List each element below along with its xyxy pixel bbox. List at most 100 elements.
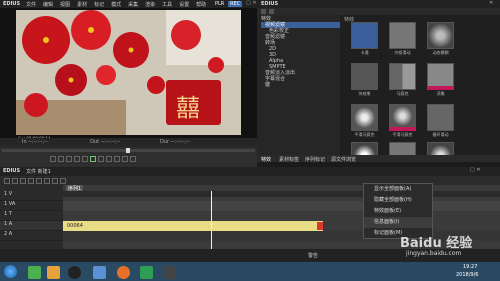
overwrite-icon[interactable]: [130, 156, 136, 162]
rec-badge[interactable]: REC: [228, 1, 243, 7]
menu-clip[interactable]: 素材: [77, 1, 87, 8]
effect-item[interactable]: 块效果: [348, 63, 381, 101]
timecode-dur: Dur --:--:--;--: [160, 139, 191, 145]
cut-icon[interactable]: [44, 178, 50, 184]
open-icon[interactable]: [12, 178, 18, 184]
tree-item[interactable]: 键: [261, 82, 340, 88]
effects-titlebar: EDIUS ✕: [257, 0, 500, 8]
track-header[interactable]: 1 T: [0, 211, 63, 221]
effect-item[interactable]: 卡通: [348, 22, 381, 60]
ctx-hide-all-panels[interactable]: 隐藏全部面板(H): [364, 195, 432, 206]
app-icon[interactable]: [28, 266, 41, 279]
taskbar: 19:27 2018/9/6: [0, 262, 500, 281]
undo-icon[interactable]: [28, 178, 34, 184]
folder-icon[interactable]: [47, 266, 60, 279]
effects-toolbar: [257, 8, 500, 15]
effects-tree: 特效 视频滤镜 色彩校正 音频滤镜 转场 2D 3D Alpha SMPTE 音…: [257, 15, 340, 155]
effects-tabs: 特效 素材标签 序列标记 源文件浏览: [257, 155, 500, 163]
new-sequence-icon[interactable]: [4, 178, 10, 184]
preview-image: [16, 10, 241, 135]
clock-time: 19:27: [463, 264, 478, 270]
scrub-bar[interactable]: [2, 148, 255, 153]
qq-icon[interactable]: [68, 266, 81, 279]
start-button-icon[interactable]: [4, 265, 17, 278]
window-controls[interactable]: ▢ ✕: [246, 0, 257, 6]
edius-taskbar-icon[interactable]: [163, 266, 176, 279]
app-icon[interactable]: [140, 266, 153, 279]
browser-icon[interactable]: [117, 266, 130, 279]
menu-file[interactable]: 文件: [26, 1, 36, 8]
track-header[interactable]: 1 V: [0, 191, 63, 201]
menu-marker[interactable]: 标记: [94, 1, 104, 8]
menu-capture[interactable]: 采集: [128, 1, 138, 8]
timeline-titlebar: EDIUS 文件 新建1 ▢ ✕: [0, 167, 500, 176]
effects-tool-icon[interactable]: [269, 9, 274, 14]
step-forward-icon[interactable]: [98, 156, 104, 162]
delete-icon[interactable]: [60, 178, 66, 184]
player-menu: 文件 编辑 视图 素材 标记 模式 采集 渲染 工具 设置 帮助: [26, 1, 213, 8]
player-app-name: EDIUS: [3, 1, 21, 7]
player-timecode-bar: In --:--:--;-- Out --:--:--;-- Dur --:--…: [0, 138, 257, 147]
loop-icon[interactable]: [114, 156, 120, 162]
menu-help[interactable]: 帮助: [196, 1, 206, 8]
transport-bar: [0, 147, 257, 167]
save-icon[interactable]: [20, 178, 26, 184]
set-out-icon[interactable]: [58, 156, 64, 162]
ctx-show-all-panels[interactable]: 显示全部面板(A): [364, 184, 432, 195]
timeline-window-controls[interactable]: ▢ ✕: [470, 167, 481, 173]
transport-buttons: [50, 156, 138, 164]
preview-area: 囍 Cur 00:00:00;14: [0, 8, 257, 141]
video-track-lane[interactable]: [63, 201, 500, 211]
effects-close-icon[interactable]: ✕: [489, 0, 493, 6]
step-back-icon[interactable]: [82, 156, 88, 162]
effect-item[interactable]: [386, 142, 419, 155]
set-in-icon[interactable]: [50, 156, 56, 162]
effect-item[interactable]: 动态模糊: [424, 22, 457, 60]
ctx-info-panel[interactable]: 信息面板(I): [364, 217, 432, 228]
clip-end-marker: [317, 222, 323, 230]
video-clip[interactable]: 00064: [63, 221, 323, 231]
preview-frame[interactable]: 囍: [16, 10, 241, 135]
effect-item[interactable]: 循环滑动: [424, 104, 457, 142]
effect-item[interactable]: 平滑马赛克: [348, 104, 381, 142]
track-header[interactable]: 1 VA: [0, 201, 63, 211]
project-label: 文件 新建1: [26, 169, 51, 175]
menu-mode[interactable]: 模式: [111, 1, 121, 8]
app-icon[interactable]: [93, 266, 106, 279]
menu-render[interactable]: 渲染: [145, 1, 155, 8]
timecode-out: Out --:--:--;--: [90, 139, 121, 145]
ctx-effects-panel[interactable]: 特效面板(E): [364, 206, 432, 217]
menu-edit[interactable]: 编辑: [43, 1, 53, 8]
effect-item[interactable]: 平滑马赛克: [386, 104, 419, 142]
insert-icon[interactable]: [122, 156, 128, 162]
razor-icon[interactable]: [52, 178, 58, 184]
menu-settings[interactable]: 设置: [179, 1, 189, 8]
stop-icon[interactable]: [66, 156, 72, 162]
scrub-handle[interactable]: [126, 148, 130, 153]
watermark-brand: Baidu 经验: [400, 236, 473, 251]
timecode-in: In --:--:--;--: [22, 139, 48, 145]
clock-date: 2018/9/6: [456, 272, 479, 278]
player-titlebar: EDIUS 文件 编辑 视图 素材 标记 模式 采集 渲染 工具 设置 帮助 PLR REC ▢ ✕: [0, 0, 257, 8]
effect-item[interactable]: 浮雕: [424, 63, 457, 101]
effect-item[interactable]: [348, 142, 381, 155]
time-ruler[interactable]: [63, 191, 500, 197]
playhead[interactable]: [211, 191, 212, 249]
effect-item[interactable]: 内框滑动: [386, 22, 419, 60]
menu-tools[interactable]: 工具: [162, 1, 172, 8]
track-header[interactable]: 1 A: [0, 221, 63, 231]
effect-item[interactable]: [424, 142, 457, 155]
watermark-url: jingyan.baidu.com: [406, 250, 462, 257]
fast-forward-icon[interactable]: [106, 156, 112, 162]
clip-name: 00064: [67, 223, 83, 229]
track-header[interactable]: 2 A: [0, 231, 63, 241]
redo-icon[interactable]: [36, 178, 42, 184]
status-text: 警告: [308, 253, 319, 259]
play-icon[interactable]: [90, 156, 96, 162]
rewind-icon[interactable]: [74, 156, 80, 162]
menu-view[interactable]: 视图: [60, 1, 70, 8]
effects-tool-icon[interactable]: [261, 9, 266, 14]
mode-badge[interactable]: PLR: [215, 1, 224, 7]
effect-item[interactable]: 马赛克: [386, 63, 419, 101]
timeline-app-name: EDIUS: [3, 168, 21, 174]
